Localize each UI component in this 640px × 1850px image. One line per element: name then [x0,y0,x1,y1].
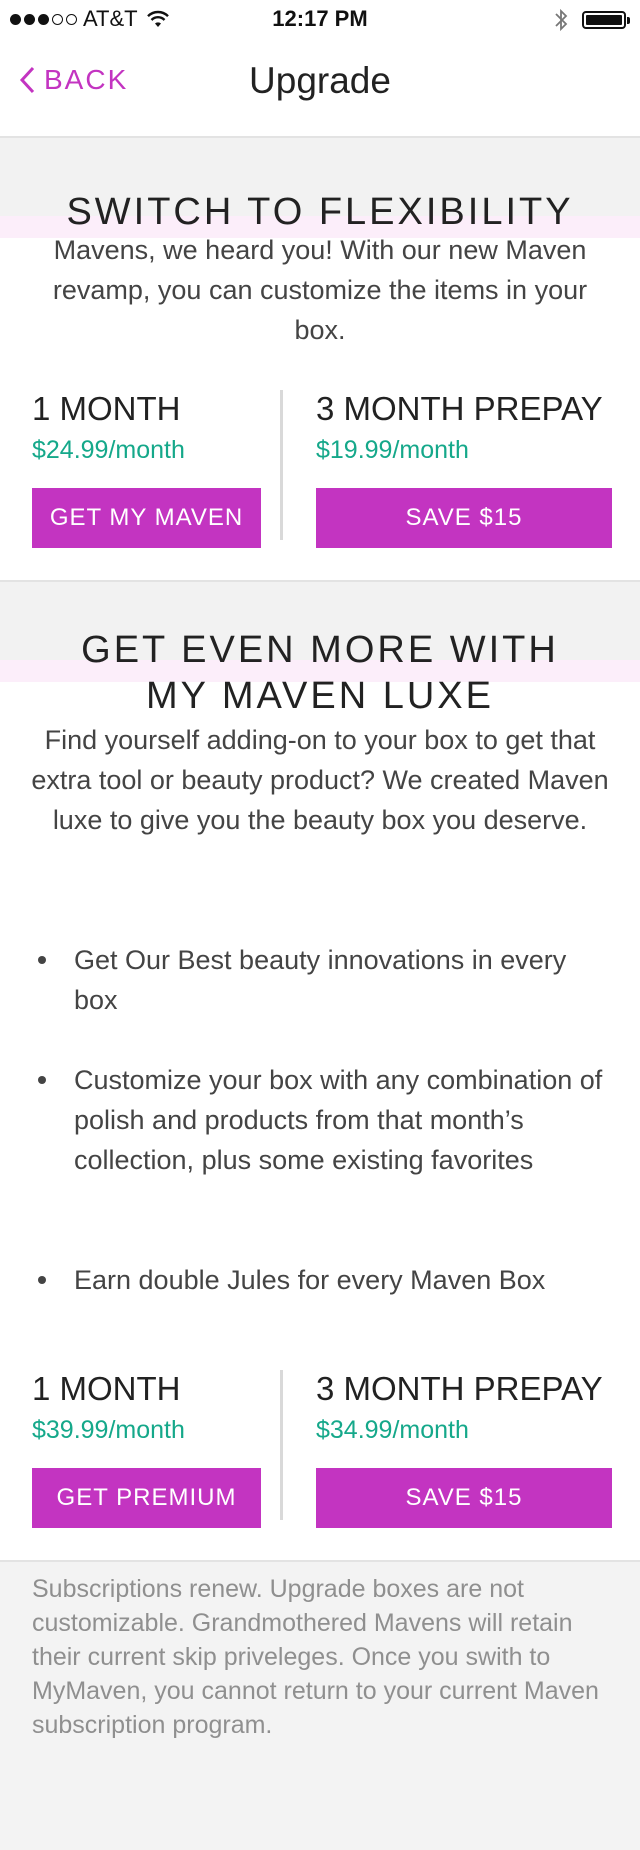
plan-divider [280,1370,283,1520]
status-right [554,8,630,32]
plan-options: 1 MONTH $39.99/month GET PREMIUM 3 MONTH… [0,1370,640,1530]
subscription-disclaimer: Subscriptions renew. Upgrade boxes are n… [32,1575,599,1739]
plan-price: $19.99/month [316,436,469,464]
section-heading-line1: GET EVEN MORE WITH [81,629,559,671]
save-15-button[interactable]: SAVE $15 [316,488,612,548]
bullet-dot [38,1076,46,1084]
plan-options: 1 MONTH $24.99/month GET MY MAVEN 3 MONT… [0,390,640,550]
plan-price: $34.99/month [316,1416,469,1444]
section-description: Mavens, we heard you! With our new Maven… [52,235,588,345]
section-heading: SWITCH TO FLEXIBILITY [66,191,574,233]
bluetooth-icon [555,8,568,32]
bullet-dot [38,1276,46,1284]
plan-price: $39.99/month [32,1416,185,1444]
section-description: Find yourself adding-on to your box to g… [31,725,609,835]
list-item-text: Earn double Jules for every Maven Box [74,1265,546,1295]
battery-icon [582,11,630,29]
list-item-text: Get Our Best beauty innovations in every… [74,945,567,1015]
plan-title: 3 MONTH PREPAY [316,390,603,427]
plan-divider [280,390,283,540]
nav-bar: BACK Upgrade [0,40,640,138]
plan-title: 1 MONTH [32,390,181,427]
status-bar: AT&T 12:17 PM [0,0,640,40]
status-time: 12:17 PM [272,6,368,31]
plan-price: $24.99/month [32,436,185,464]
battery-level [586,15,622,25]
bullet-dot [38,956,46,964]
get-my-maven-button[interactable]: GET MY MAVEN [32,488,261,548]
plan-title: 3 MONTH PREPAY [316,1370,603,1407]
maven-luxe-section: GET EVEN MORE WITH MY MAVEN LUXE Find yo… [0,582,640,1562]
section-heading-line2: MY MAVEN LUXE [145,675,494,717]
flexibility-section: SWITCH TO FLEXIBILITY Mavens, we heard y… [0,138,640,582]
get-premium-button[interactable]: GET PREMIUM [32,1468,261,1528]
plan-title: 1 MONTH [32,1370,181,1407]
save-15-premium-button[interactable]: SAVE $15 [316,1468,612,1528]
page-title: Upgrade [249,60,391,101]
list-item-text: Customize your box with any combination … [74,1065,603,1175]
